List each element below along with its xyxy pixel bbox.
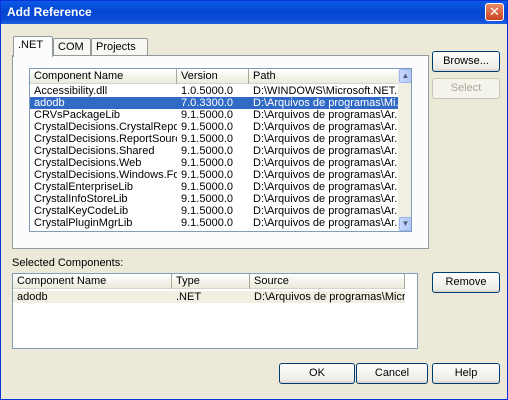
selected-list-header: Component Name Type Source <box>13 274 405 289</box>
cell-name: CrystalDecisions.Shared <box>34 145 155 157</box>
tab-panel: Component Name Version Path Accessibilit… <box>12 55 429 249</box>
cancel-button[interactable]: Cancel <box>356 363 428 384</box>
cell-path: D:\Arquivos de programas\Ar... <box>253 181 399 193</box>
tab-label: COM <box>58 41 84 53</box>
cell-name: adodb <box>17 291 48 303</box>
help-button[interactable]: Help <box>432 363 500 384</box>
cell-name: CrystalInfoStoreLib <box>34 193 128 205</box>
cell-path: D:\Arquivos de programas\Ar... <box>253 133 399 145</box>
cell-path: D:\Arquivos de programas\Ar... <box>253 193 399 205</box>
table-row[interactable]: CrystalInfoStoreLib 9.1.5000.0 D:\Arquivos… <box>30 193 399 205</box>
table-row[interactable]: CrystalKeyCodeLib 9.1.5000.0 D:\Arquivos d… <box>30 205 399 217</box>
table-row[interactable]: Accessibility.dll 1.0.5000.0 D:\WINDOWS\Mi… <box>30 85 399 97</box>
cell-path: D:\Arquivos de programas\Mi... <box>253 97 399 109</box>
tab-projects[interactable]: Projects <box>91 38 148 56</box>
cell-name: adodb <box>34 97 65 109</box>
cell-version: 9.1.5000.0 <box>181 121 233 133</box>
cell-version: 9.1.5000.0 <box>181 157 233 169</box>
scroll-down-button[interactable]: ▼ <box>399 217 411 231</box>
table-row[interactable]: CrystalEnterpriseLib 9.1.5000.0 D:\Arquivo… <box>30 181 399 193</box>
table-row[interactable]: CrystalDecisions.Windows.Fo... 9.1.5000.0… <box>30 169 399 181</box>
close-icon: ✕ <box>489 4 500 19</box>
ok-button[interactable]: OK <box>279 363 355 384</box>
remove-button[interactable]: Remove <box>432 272 500 293</box>
cell-version: 1.0.5000.0 <box>181 85 233 97</box>
title-bar[interactable]: Add Reference ✕ <box>1 1 507 24</box>
tab-dotnet[interactable]: .NET <box>13 36 53 57</box>
cell-name: CrystalDecisions.CrystalRepo... <box>34 121 177 133</box>
cell-version: 9.1.5000.0 <box>181 109 233 121</box>
components-list-header: Component Name Version Path <box>30 69 399 84</box>
selected-components-list[interactable]: Component Name Type Source adodb .NET D:\A… <box>12 273 418 349</box>
table-row[interactable]: CrystalPluginMgrLib 9.1.5000.0 D:\Arquivos… <box>30 217 399 229</box>
cell-version: 9.1.5000.0 <box>181 133 233 145</box>
down-arrow-icon: ▼ <box>401 219 410 228</box>
scroll-up-button[interactable]: ▲ <box>399 69 411 83</box>
add-reference-dialog: Add Reference ✕ .NET COM Projects Compon… <box>0 0 508 400</box>
table-row[interactable]: CrystalDecisions.CrystalRepo... 9.1.5000.… <box>30 121 399 133</box>
cell-path: D:\Arquivos de programas\Ar... <box>253 157 399 169</box>
cell-name: CrystalKeyCodeLib <box>34 205 129 217</box>
cell-version: 9.1.5000.0 <box>181 145 233 157</box>
cell-name: Accessibility.dll <box>34 85 108 97</box>
select-button[interactable]: Select <box>432 78 500 99</box>
cell-version: 9.1.5000.0 <box>181 205 233 217</box>
cell-name: CrystalEnterpriseLib <box>34 181 134 193</box>
selected-rows: adodb .NET D:\Arquivos de programas\Micr..… <box>13 291 405 303</box>
cell-source: D:\Arquivos de programas\Micr... <box>254 291 405 303</box>
table-row[interactable]: adodb .NET D:\Arquivos de programas\Micr..… <box>13 291 405 303</box>
cell-version: 9.1.5000.0 <box>181 193 233 205</box>
cell-path: D:\Arquivos de programas\Ar... <box>253 205 399 217</box>
window-title: Add Reference <box>7 5 92 19</box>
tab-label: .NET <box>18 39 44 51</box>
column-header-type[interactable]: Type <box>172 274 250 289</box>
cell-name: CrystalDecisions.ReportSource <box>34 133 177 145</box>
column-header-version[interactable]: Version <box>177 69 249 84</box>
column-header-source[interactable]: Source <box>250 274 405 289</box>
table-row[interactable]: CrystalDecisions.Web 9.1.5000.0 D:\Arquivo… <box>30 157 399 169</box>
cell-name: CrystalPluginMgrLib <box>34 217 133 229</box>
cell-path: D:\Arquivos de programas\Ar... <box>253 109 399 121</box>
cell-type: .NET <box>176 291 202 303</box>
column-header-path[interactable]: Path <box>249 69 399 84</box>
cell-path: D:\Arquivos de programas\Ar... <box>253 217 399 229</box>
tab-com[interactable]: COM <box>53 38 91 56</box>
cell-name: CrystalDecisions.Windows.Fo... <box>34 169 177 181</box>
components-rows: Accessibility.dll 1.0.5000.0 D:\WINDOWS\Mi… <box>30 85 399 229</box>
table-row[interactable]: CrystalDecisions.Shared 9.1.5000.0 D:\Arqu… <box>30 145 399 157</box>
cell-name: CRVsPackageLib <box>34 109 121 121</box>
close-button[interactable]: ✕ <box>485 3 504 21</box>
selected-components-label: Selected Components: <box>12 257 124 269</box>
cell-version: 9.1.5000.0 <box>181 181 233 193</box>
cell-path: D:\WINDOWS\Microsoft.NET... <box>253 85 399 97</box>
cell-version: 9.1.5000.0 <box>181 169 233 181</box>
table-row[interactable]: adodb 7.0.3300.0 D:\Arquivos de programas\… <box>30 97 399 109</box>
table-row[interactable]: CrystalDecisions.ReportSource 9.1.5000.0 D… <box>30 133 399 145</box>
column-header-component-name[interactable]: Component Name <box>13 274 172 289</box>
cell-version: 9.1.5000.0 <box>181 217 233 229</box>
column-header-component-name[interactable]: Component Name <box>30 69 177 84</box>
tab-label: Projects <box>96 41 136 53</box>
cell-path: D:\Arquivos de programas\Ar... <box>253 121 399 133</box>
cell-path: D:\Arquivos de programas\Ar... <box>253 145 399 157</box>
cell-version: 7.0.3300.0 <box>181 97 233 109</box>
table-row[interactable]: CRVsPackageLib 9.1.5000.0 D:\Arquivos de p… <box>30 109 399 121</box>
components-list[interactable]: Component Name Version Path Accessibilit… <box>29 68 412 232</box>
cell-name: CrystalDecisions.Web <box>34 157 142 169</box>
browse-button[interactable]: Browse... <box>432 51 500 72</box>
components-scrollbar[interactable]: ▲ ▼ <box>398 69 411 231</box>
cell-path: D:\Arquivos de programas\Ar... <box>253 169 399 181</box>
up-arrow-icon: ▲ <box>401 71 410 80</box>
